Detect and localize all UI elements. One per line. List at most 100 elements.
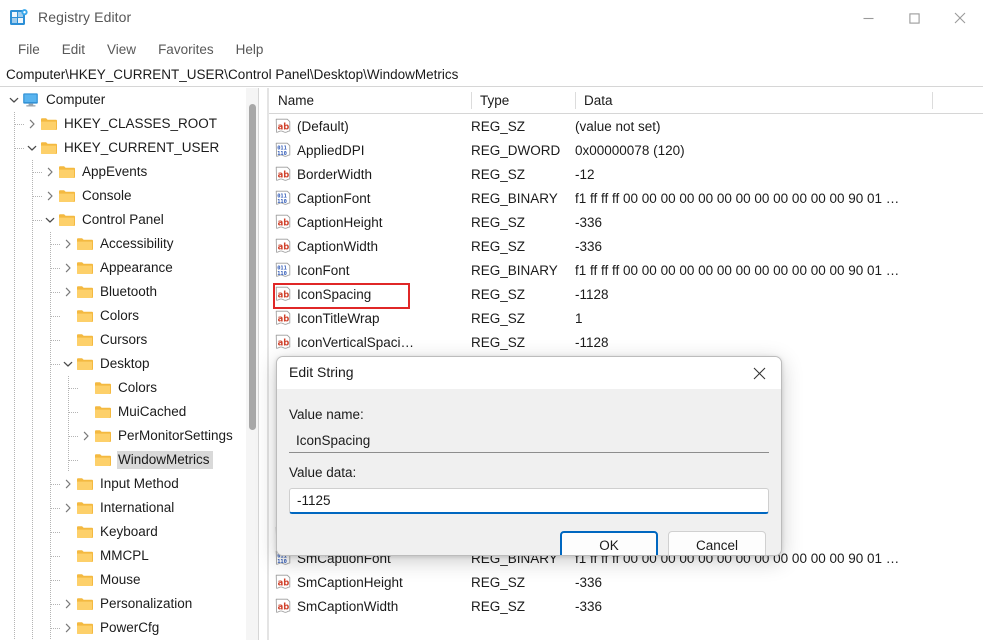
table-row[interactable]: ab SmCaptionWidth REG_SZ -336 (269, 594, 983, 618)
tree-item-windowmetrics[interactable]: WindowMetrics (0, 448, 248, 472)
cell-value-data: -336 (575, 574, 603, 590)
folder-icon (76, 236, 94, 252)
dialog-close-button[interactable] (737, 357, 781, 389)
table-row[interactable]: ab BorderWidth REG_SZ -12 (269, 162, 983, 186)
chevron-down-icon[interactable] (60, 352, 76, 376)
tree-item-powercfg[interactable]: PowerCfg (0, 616, 248, 640)
tree-item-muicached[interactable]: MuiCached (0, 400, 248, 424)
chevron-right-icon[interactable] (78, 424, 94, 448)
tree-item-desktop[interactable]: Desktop (0, 352, 248, 376)
chevron-right-icon[interactable] (24, 112, 40, 136)
folder-icon (76, 572, 94, 588)
value-data-input[interactable] (289, 488, 769, 514)
value-name-label: Value name: (289, 407, 364, 422)
tree-guide-line (50, 376, 51, 400)
ok-button[interactable]: OK (560, 531, 658, 555)
tree-guide-line (32, 520, 33, 544)
menu-file[interactable]: File (7, 39, 51, 60)
tree-guide-elbow (51, 340, 60, 341)
address-bar[interactable]: Computer\HKEY_CURRENT_USER\Control Panel… (0, 62, 983, 87)
tree-guide-line (32, 352, 33, 376)
tree-item-control-panel[interactable]: Control Panel (0, 208, 248, 232)
tree-item-hkey-current-user[interactable]: HKEY_CURRENT_USER (0, 136, 248, 160)
tree-item-appearance[interactable]: Appearance (0, 256, 248, 280)
tree-guide-elbow (51, 292, 60, 293)
table-row[interactable]: 011 110 AppliedDPI REG_DWORD 0x00000078 (120… (269, 138, 983, 162)
column-header-type[interactable]: Type (471, 88, 575, 113)
dword-value-icon: 011 110 (275, 142, 291, 158)
tree-guide-line (14, 400, 15, 424)
value-name-input[interactable] (289, 429, 769, 453)
column-separator-3[interactable] (932, 92, 933, 109)
chevron-right-icon[interactable] (60, 256, 76, 280)
maximize-button[interactable] (891, 0, 937, 36)
cell-value-data: 1 (575, 310, 583, 326)
tree-item-cursors[interactable]: Cursors (0, 328, 248, 352)
table-row[interactable]: ab IconVerticalSpaci… REG_SZ -1128 (269, 330, 983, 354)
cell-value-data: -1128 (575, 286, 609, 302)
cell-value-name: ab SmCaptionHeight (275, 570, 471, 594)
tree-guide-elbow (51, 364, 60, 365)
svg-text:110: 110 (277, 199, 287, 205)
menu-help[interactable]: Help (225, 39, 275, 60)
table-row[interactable]: ab (Default) REG_SZ (value not set) (269, 114, 983, 138)
chevron-right-icon[interactable] (60, 592, 76, 616)
close-button[interactable] (937, 0, 983, 36)
chevron-right-icon[interactable] (60, 232, 76, 256)
minimize-button[interactable] (845, 0, 891, 36)
table-row[interactable]: 011 110 CaptionFont REG_BINARY f1 ff ff ff 0… (269, 186, 983, 210)
cell-value-type: REG_SZ (471, 166, 526, 182)
tree-item-accessibility[interactable]: Accessibility (0, 232, 248, 256)
tree-item-personalization[interactable]: Personalization (0, 592, 248, 616)
tree-item-input-method[interactable]: Input Method (0, 472, 248, 496)
chevron-down-icon[interactable] (6, 88, 22, 112)
tree-item-keyboard[interactable]: Keyboard (0, 520, 248, 544)
tree-item-colors[interactable]: Colors (0, 304, 248, 328)
table-row[interactable]: ab IconSpacing REG_SZ -1128 (269, 282, 983, 306)
cell-value-name: 011 110 IconFont (275, 258, 471, 282)
tree-scrollbar[interactable] (246, 88, 258, 640)
cell-value-type: REG_SZ (471, 574, 526, 590)
folder-icon (94, 404, 112, 420)
tree-item-mmcpl[interactable]: MMCPL (0, 544, 248, 568)
value-name-text: BorderWidth (297, 166, 373, 182)
tree-item-colors[interactable]: Colors (0, 376, 248, 400)
tree-guide-elbow (51, 316, 60, 317)
cell-value-type: REG_SZ (471, 286, 526, 302)
registry-tree[interactable]: Computer HKEY_CLASSES_ROOT HKEY_CURRENT_US… (0, 88, 258, 640)
tree-item-permonitorsettings[interactable]: PerMonitorSettings (0, 424, 248, 448)
tree-item-computer[interactable]: Computer (0, 88, 248, 112)
chevron-right-icon[interactable] (60, 280, 76, 304)
chevron-right-icon[interactable] (60, 496, 76, 520)
column-header-data[interactable]: Data (575, 88, 932, 113)
table-row[interactable]: ab SmCaptionHeight REG_SZ -336 (269, 570, 983, 594)
column-header-name[interactable]: Name (269, 88, 471, 113)
chevron-right-icon[interactable] (60, 616, 76, 640)
cancel-button[interactable]: Cancel (668, 531, 766, 555)
tree-item-label: Control Panel (82, 212, 164, 227)
tree-item-hkey-classes-root[interactable]: HKEY_CLASSES_ROOT (0, 112, 248, 136)
chevron-right-icon[interactable] (42, 160, 58, 184)
tree-item-console[interactable]: Console (0, 184, 248, 208)
chevron-right-icon[interactable] (60, 472, 76, 496)
tree-item-bluetooth[interactable]: Bluetooth (0, 280, 248, 304)
tree-item-appevents[interactable]: AppEvents (0, 160, 248, 184)
tree-guide-line (32, 496, 33, 520)
cell-value-type: REG_SZ (471, 334, 526, 350)
table-row[interactable]: 011 110 IconFont REG_BINARY f1 ff ff ff 00 0… (269, 258, 983, 282)
table-row[interactable]: ab IconTitleWrap REG_SZ 1 (269, 306, 983, 330)
chevron-right-icon[interactable] (42, 184, 58, 208)
table-row[interactable]: ab CaptionHeight REG_SZ -336 (269, 210, 983, 234)
tree-item-mouse[interactable]: Mouse (0, 568, 248, 592)
menu-edit[interactable]: Edit (51, 39, 96, 60)
tree-item-international[interactable]: International (0, 496, 248, 520)
menu-view[interactable]: View (96, 39, 147, 60)
tree-guide-elbow (51, 508, 60, 509)
chevron-down-icon[interactable] (42, 208, 58, 232)
menu-favorites[interactable]: Favorites (147, 39, 225, 60)
table-row[interactable]: ab CaptionWidth REG_SZ -336 (269, 234, 983, 258)
value-name-text: IconTitleWrap (297, 310, 380, 326)
folder-icon (76, 548, 94, 564)
tree-scrollbar-thumb[interactable] (249, 104, 256, 430)
chevron-down-icon[interactable] (24, 136, 40, 160)
